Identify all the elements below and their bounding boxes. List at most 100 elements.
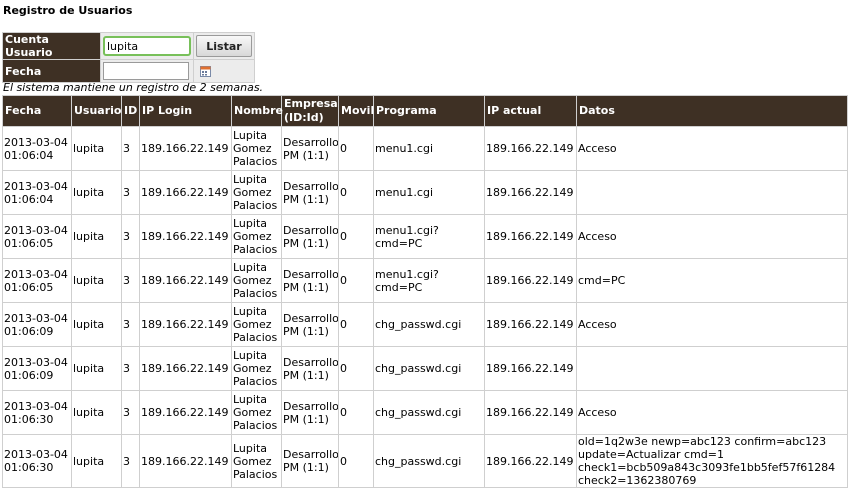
table-row: 2013-03-04 01:06:30 lupita 3 189.166.22.149… <box>2 434 848 488</box>
cell-datos: Acceso <box>576 214 848 259</box>
cell-usuario: lupita <box>71 302 122 347</box>
cell-usuario: lupita <box>71 126 122 171</box>
col-header-empresa[interactable]: Empresa (ID:Id) <box>281 95 339 127</box>
cell-programa: menu1.cgi <box>373 170 485 215</box>
cell-fecha: 2013-03-04 01:06:30 <box>2 390 72 435</box>
table-row: 2013-03-04 01:06:30 lupita 3 189.166.22.149… <box>2 390 848 435</box>
cell-programa: menu1.cgi?cmd=PC <box>373 214 485 259</box>
user-input-cell <box>100 32 194 60</box>
log-table: Fecha Usuario ID IP Login Nombre Empresa… <box>2 95 848 488</box>
cell-usuario: lupita <box>71 434 122 488</box>
cell-movil: 0 <box>338 258 374 303</box>
cell-ip-actual: 189.166.22.149 <box>484 126 577 171</box>
cell-ip-actual: 189.166.22.149 <box>484 346 577 391</box>
col-header-ip-actual[interactable]: IP actual <box>484 95 577 127</box>
cell-id: 3 <box>121 258 140 303</box>
col-header-ip-login[interactable]: IP Login <box>139 95 232 127</box>
cell-nombre: Lupita Gomez Palacios <box>231 434 282 488</box>
list-button[interactable]: Listar <box>196 35 252 57</box>
log-table-body: 2013-03-04 01:06:04 lupita 3 189.166.22.149… <box>2 126 848 488</box>
cell-usuario: lupita <box>71 346 122 391</box>
table-row: 2013-03-04 01:06:04 lupita 3 189.166.22.149… <box>2 126 848 171</box>
date-label: Fecha <box>2 59 101 83</box>
user-account-input[interactable] <box>103 36 191 56</box>
cell-ip-login: 189.166.22.149 <box>139 170 232 215</box>
cell-empresa: Desarrollo PM (1:1) <box>281 434 339 488</box>
cell-programa: chg_passwd.cgi <box>373 302 485 347</box>
table-row: 2013-03-04 01:06:09 lupita 3 189.166.22.149… <box>2 302 848 347</box>
cell-id: 3 <box>121 346 140 391</box>
cell-empresa: Desarrollo PM (1:1) <box>281 126 339 171</box>
cell-datos <box>576 170 848 215</box>
date-input-cell <box>100 59 194 83</box>
cell-empresa: Desarrollo PM (1:1) <box>281 302 339 347</box>
filter-form: Cuenta Usuario Listar Fecha <box>2 32 255 83</box>
list-button-cell: Listar <box>193 32 255 60</box>
filter-row-user: Cuenta Usuario Listar <box>2 32 255 60</box>
cell-ip-login: 189.166.22.149 <box>139 258 232 303</box>
col-header-datos[interactable]: Datos <box>576 95 848 127</box>
cell-datos: old=1q2w3e newp=abc123 confirm=abc123 up… <box>576 434 848 488</box>
cell-empresa: Desarrollo PM (1:1) <box>281 346 339 391</box>
cell-nombre: Lupita Gomez Palacios <box>231 126 282 171</box>
cell-movil: 0 <box>338 390 374 435</box>
cell-datos: Acceso <box>576 126 848 171</box>
cell-movil: 0 <box>338 170 374 215</box>
cell-fecha: 2013-03-04 01:06:30 <box>2 434 72 488</box>
cell-nombre: Lupita Gomez Palacios <box>231 214 282 259</box>
cell-ip-login: 189.166.22.149 <box>139 346 232 391</box>
cell-datos: Acceso <box>576 390 848 435</box>
col-header-nombre[interactable]: Nombre <box>231 95 283 127</box>
col-header-programa[interactable]: Programa <box>373 95 485 127</box>
cell-movil: 0 <box>338 126 374 171</box>
cell-ip-actual: 189.166.22.149 <box>484 390 577 435</box>
retention-note: El sistema mantiene un registro de 2 sem… <box>3 81 264 94</box>
cell-usuario: lupita <box>71 258 122 303</box>
cell-movil: 0 <box>338 302 374 347</box>
cell-nombre: Lupita Gomez Palacios <box>231 390 282 435</box>
cell-id: 3 <box>121 390 140 435</box>
cell-programa: chg_passwd.cgi <box>373 434 485 488</box>
cell-datos: Acceso <box>576 302 848 347</box>
date-input[interactable] <box>103 62 189 80</box>
cell-programa: chg_passwd.cgi <box>373 390 485 435</box>
cell-ip-login: 189.166.22.149 <box>139 214 232 259</box>
calendar-icon[interactable] <box>200 66 211 77</box>
page-title: Registro de Usuarios <box>3 4 133 17</box>
cell-ip-login: 189.166.22.149 <box>139 302 232 347</box>
cell-id: 3 <box>121 302 140 347</box>
cell-nombre: Lupita Gomez Palacios <box>231 170 282 215</box>
user-account-label: Cuenta Usuario <box>2 32 101 60</box>
col-header-id[interactable]: ID <box>121 95 140 127</box>
cell-programa: chg_passwd.cgi <box>373 346 485 391</box>
cell-empresa: Desarrollo PM (1:1) <box>281 170 339 215</box>
cell-nombre: Lupita Gomez Palacios <box>231 346 282 391</box>
col-header-usuario[interactable]: Usuario <box>71 95 122 127</box>
cell-fecha: 2013-03-04 01:06:05 <box>2 214 72 259</box>
cell-ip-actual: 189.166.22.149 <box>484 214 577 259</box>
cell-datos <box>576 346 848 391</box>
table-row: 2013-03-04 01:06:05 lupita 3 189.166.22.149… <box>2 214 848 259</box>
cell-empresa: Desarrollo PM (1:1) <box>281 258 339 303</box>
col-header-movil[interactable]: Movil <box>338 95 374 127</box>
cell-datos: cmd=PC <box>576 258 848 303</box>
table-row: 2013-03-04 01:06:05 lupita 3 189.166.22.149… <box>2 258 848 303</box>
table-row: 2013-03-04 01:06:04 lupita 3 189.166.22.149… <box>2 170 848 215</box>
cell-ip-login: 189.166.22.149 <box>139 434 232 488</box>
cell-movil: 0 <box>338 434 374 488</box>
cell-ip-actual: 189.166.22.149 <box>484 170 577 215</box>
cell-fecha: 2013-03-04 01:06:04 <box>2 126 72 171</box>
cell-programa: menu1.cgi?cmd=PC <box>373 258 485 303</box>
cell-empresa: Desarrollo PM (1:1) <box>281 214 339 259</box>
calendar-cell <box>193 59 255 83</box>
col-header-fecha[interactable]: Fecha <box>2 95 72 127</box>
cell-usuario: lupita <box>71 170 122 215</box>
cell-fecha: 2013-03-04 01:06:04 <box>2 170 72 215</box>
cell-ip-actual: 189.166.22.149 <box>484 434 577 488</box>
cell-id: 3 <box>121 214 140 259</box>
cell-ip-actual: 189.166.22.149 <box>484 258 577 303</box>
cell-fecha: 2013-03-04 01:06:09 <box>2 346 72 391</box>
header-row: Fecha Usuario ID IP Login Nombre Empresa… <box>2 95 848 127</box>
cell-fecha: 2013-03-04 01:06:09 <box>2 302 72 347</box>
filter-row-date: Fecha <box>2 59 255 83</box>
